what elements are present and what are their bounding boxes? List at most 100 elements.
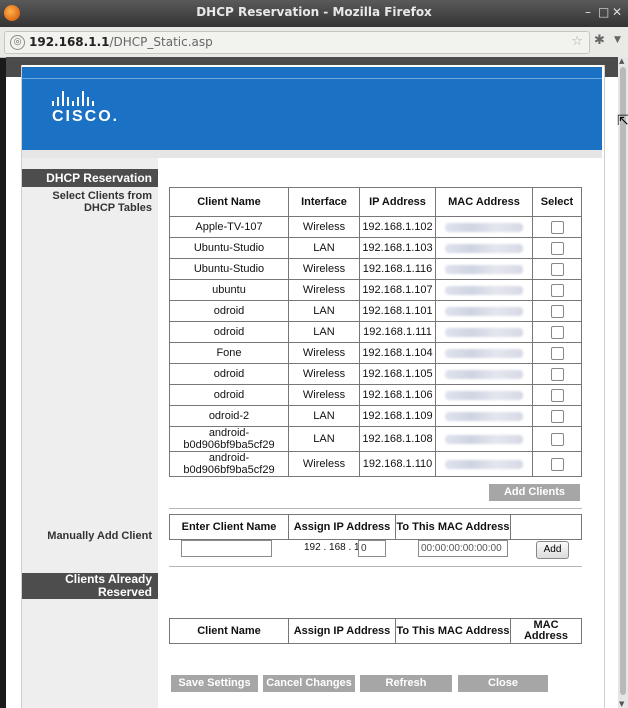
col-enter-client-name: Enter Client Name — [169, 514, 289, 540]
client-name-cell: Ubuntu-Studio — [169, 237, 289, 259]
url-field[interactable]: ◎ 192.168.1.1/DHCP_Static.asp ☆ — [4, 31, 590, 54]
mac-cell — [435, 342, 533, 364]
divider — [169, 566, 582, 567]
ip-cell: 192.168.1.116 — [359, 258, 436, 280]
select-checkbox[interactable] — [550, 388, 564, 402]
dhcp-clients-table: Client Name Interface IP Address MAC Add… — [169, 187, 582, 477]
blurred-mac — [445, 264, 523, 274]
blurred-mac — [445, 222, 523, 232]
ip-cell: 192.168.1.106 — [359, 384, 436, 406]
menu-chevron-icon[interactable]: ▼ — [614, 35, 621, 45]
blurred-mac — [445, 285, 523, 295]
url-path: /DHCP_Static.asp — [109, 35, 213, 49]
add-button[interactable]: Add — [536, 541, 569, 559]
client-name-cell: odroid-2 — [169, 405, 289, 427]
select-cell — [532, 216, 582, 238]
client-name-cell: odroid — [169, 384, 289, 406]
select-checkbox[interactable] — [550, 283, 564, 297]
interface-cell: Wireless — [288, 384, 360, 406]
select-cell — [532, 258, 582, 280]
ip-cell: 192.168.1.102 — [359, 216, 436, 238]
cisco-logo-text: CISCO. — [52, 108, 120, 125]
mac-cell — [435, 216, 533, 238]
mac-cell — [435, 300, 533, 322]
bookmark-star-icon[interactable]: ☆ — [571, 34, 583, 49]
ip-cell: 192.168.1.107 — [359, 279, 436, 301]
col-reserved-assign-ip: Assign IP Address — [288, 618, 396, 644]
select-checkbox[interactable] — [550, 220, 564, 234]
client-name-cell: odroid — [169, 363, 289, 385]
table-row: Apple-TV-107 Wireless 192.168.1.102 — [169, 216, 582, 238]
window-title: DHCP Reservation - Mozilla Firefox — [196, 5, 432, 19]
client-name-cell: odroid — [169, 300, 289, 322]
interface-cell: LAN — [288, 405, 360, 427]
addons-icon[interactable]: ✱ — [594, 33, 605, 48]
select-checkbox[interactable] — [550, 367, 564, 381]
mac-cell — [435, 451, 533, 477]
interface-cell: Wireless — [288, 451, 360, 477]
blurred-mac — [445, 411, 523, 421]
ip-last-octet-input[interactable]: 0 — [358, 540, 386, 557]
interface-cell: LAN — [288, 300, 360, 322]
col-assign-ip: Assign IP Address — [288, 514, 396, 540]
maximize-button[interactable]: □ — [598, 5, 609, 19]
blurred-mac — [445, 390, 523, 400]
table-row: Fone Wireless 192.168.1.104 — [169, 342, 582, 364]
col-blank — [510, 514, 582, 540]
interface-cell: Wireless — [288, 342, 360, 364]
select-checkbox[interactable] — [550, 346, 564, 360]
scroll-up-icon[interactable]: ▲ — [619, 57, 624, 65]
select-cell — [532, 384, 582, 406]
divider — [169, 508, 582, 509]
refresh-button[interactable]: Refresh — [360, 675, 452, 692]
blurred-mac — [445, 459, 523, 469]
select-checkbox[interactable] — [550, 432, 564, 446]
col-to-mac: To This MAC Address — [395, 514, 511, 540]
interface-cell: LAN — [288, 237, 360, 259]
client-name-input[interactable] — [181, 540, 272, 557]
blurred-mac — [445, 327, 523, 337]
close-window-button[interactable]: ✕ — [612, 5, 622, 19]
select-checkbox[interactable] — [550, 457, 564, 471]
ip-cell: 192.168.1.110 — [359, 451, 436, 477]
select-cell — [532, 426, 582, 452]
select-checkbox[interactable] — [550, 304, 564, 318]
cancel-changes-button[interactable]: Cancel Changes — [263, 675, 355, 692]
mac-cell — [435, 384, 533, 406]
mac-cell — [435, 426, 533, 452]
mac-address-input[interactable]: 00:00:00:00:00:00 — [418, 540, 508, 557]
scroll-thumb[interactable] — [620, 67, 626, 695]
scrollbar[interactable]: ▲ ▼ — [618, 57, 628, 708]
blurred-mac — [445, 243, 523, 253]
client-name-cell: odroid — [169, 321, 289, 343]
label-manually-add-client: Manually Add Client — [47, 530, 152, 542]
minimize-button[interactable]: – — [585, 5, 591, 19]
client-name-cell: android-b0d906bf9ba5cf29 — [169, 451, 289, 477]
select-cell — [532, 237, 582, 259]
interface-cell: Wireless — [288, 258, 360, 280]
col-interface: Interface — [288, 187, 360, 217]
col-reserved-client-name: Client Name — [169, 618, 289, 644]
site-identity-icon[interactable]: ◎ — [10, 35, 25, 50]
select-checkbox[interactable] — [550, 409, 564, 423]
interface-cell: Wireless — [288, 363, 360, 385]
select-checkbox[interactable] — [550, 262, 564, 276]
window-titlebar: DHCP Reservation - Mozilla Firefox – □ ✕ — [0, 0, 628, 27]
ip-prefix: 192 . 168 . 1. — [304, 542, 363, 553]
select-checkbox[interactable] — [550, 325, 564, 339]
interface-cell: Wireless — [288, 216, 360, 238]
save-settings-button[interactable]: Save Settings — [171, 675, 258, 692]
scroll-down-icon[interactable]: ▼ — [619, 700, 624, 708]
close-button[interactable]: Close — [458, 675, 548, 692]
table-row: ubuntu Wireless 192.168.1.107 — [169, 279, 582, 301]
col-ip-address: IP Address — [359, 187, 436, 217]
select-checkbox[interactable] — [550, 241, 564, 255]
client-name-cell: Fone — [169, 342, 289, 364]
select-cell — [532, 321, 582, 343]
table-row: android-b0d906bf9ba5cf29 LAN 192.168.1.108 — [169, 426, 582, 452]
blurred-mac — [445, 434, 523, 444]
add-clients-button[interactable]: Add Clients — [489, 484, 580, 501]
col-select: Select — [532, 187, 582, 217]
select-cell — [532, 363, 582, 385]
ip-cell: 192.168.1.104 — [359, 342, 436, 364]
